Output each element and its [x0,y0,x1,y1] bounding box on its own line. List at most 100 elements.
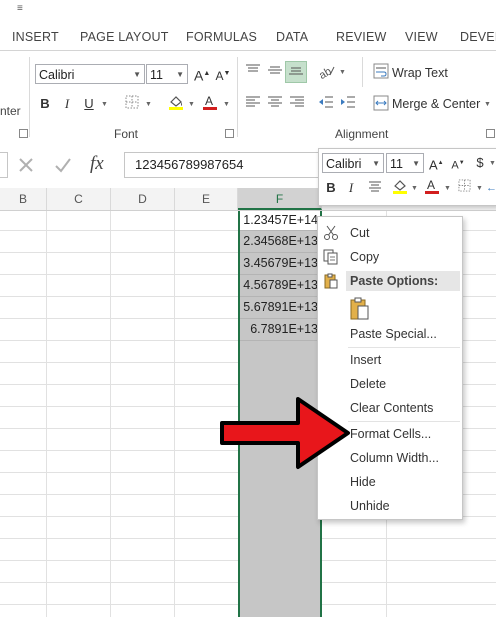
menu-item-copy[interactable]: Copy [318,246,462,268]
mini-font-name-value: Calibri [326,157,362,171]
font-size-combo[interactable]: 11 ▼ [146,64,188,84]
mini-font-size-combo[interactable]: 11 ▼ [386,153,424,173]
menu-item-hide[interactable]: Hide [318,471,462,493]
italic-button[interactable]: I [60,95,74,113]
column-header-f[interactable]: F [238,188,322,210]
column-header-e[interactable]: E [175,188,238,210]
menu-label-insert: Insert [350,353,382,367]
chevron-down-icon[interactable]: ▼ [101,101,108,108]
menu-label-unhide: Unhide [350,499,390,513]
insert-function-button[interactable]: fx [90,153,104,175]
font-size-value: 11 [150,68,163,82]
cell-f4[interactable]: 4.56789E+13 [240,274,320,296]
mini-comma-style-icon[interactable]: ← [486,179,496,197]
decrease-indent-icon[interactable] [318,95,334,113]
chevron-down-icon[interactable]: ▼ [476,185,483,192]
svg-text:A: A [427,178,435,192]
menu-item-cut[interactable]: Cut [318,222,462,244]
increase-font-size-icon[interactable]: A▲ [194,65,210,84]
paste-option-icon[interactable] [350,297,370,321]
align-left-icon[interactable] [245,95,261,113]
font-group-label: Font [114,127,139,141]
cell-f6[interactable]: 6.7891E+13 [240,318,320,340]
column-line [110,211,111,617]
top-align-icon[interactable] [245,63,261,81]
middle-align-icon[interactable] [267,63,283,81]
font-name-combo[interactable]: Calibri ▼ [35,64,145,84]
chevron-down-icon[interactable]: ▼ [145,101,152,108]
alignment-group-label: Alignment [335,127,389,141]
align-center-icon[interactable] [267,95,283,113]
mini-bold-button[interactable]: B [325,179,337,197]
bottom-align-icon[interactable] [285,61,307,83]
mini-font-color-icon[interactable]: A [423,177,441,195]
decrease-font-size-icon[interactable]: A▼ [215,65,231,83]
mini-italic-button[interactable]: I [345,179,357,197]
cell-f2[interactable]: 2.34568E+13 [240,230,320,252]
paste-icon [324,273,338,289]
font-color-icon[interactable]: A [201,93,219,111]
menu-label-cut: Cut [350,226,370,240]
bold-button[interactable]: B [38,95,52,113]
alignment-launcher-icon[interactable] [486,129,495,138]
ribbon: nter Calibri ▼ 11 ▼ A▲ A▼ B I U ▼ ▼ ▼ A … [0,50,496,145]
menu-item-unhide[interactable]: Unhide [318,495,462,517]
align-right-icon[interactable] [289,95,305,113]
cell-f5[interactable]: 5.67891E+13 [240,296,320,318]
menu-item-paste-special[interactable]: Paste Special... [318,323,462,345]
merge-center-icon[interactable] [372,95,390,113]
cell-f1[interactable]: 1.23457E+14 [240,209,320,231]
menu-label-column-width: Column Width... [350,451,439,465]
underline-button[interactable]: U [82,95,96,113]
scissors-icon [324,225,338,240]
partial-center-label[interactable]: nter [0,104,21,118]
mini-borders-icon[interactable] [456,179,472,197]
wrap-text-icon[interactable] [372,63,390,81]
chevron-down-icon[interactable]: ▼ [489,160,496,167]
increase-indent-icon[interactable] [340,95,356,113]
column-header-c[interactable]: C [47,188,111,210]
mini-font-name-combo[interactable]: Calibri ▼ [322,153,384,173]
chevron-down-icon: ▼ [412,159,420,168]
tab-developer[interactable]: DEVELO [460,30,496,44]
merge-center-button[interactable]: Merge & Center [392,97,480,111]
mini-increase-font-icon[interactable]: A▲ [429,154,444,172]
mini-font-size-value: 11 [390,157,403,171]
column-header-b[interactable]: B [0,188,47,210]
chevron-down-icon[interactable]: ▼ [339,69,346,76]
column-header-d[interactable]: D [111,188,175,210]
tab-page-layout[interactable]: PAGE LAYOUT [80,30,169,44]
menu-label-format-cells: Format Cells... [350,427,432,441]
mini-accounting-format-button[interactable]: $ [474,154,486,172]
tab-data[interactable]: DATA [276,30,308,44]
menu-item-delete[interactable]: Delete [318,373,462,395]
fill-color-icon[interactable] [167,93,185,111]
quick-access-dropdown-icon[interactable]: ≡ [17,3,23,14]
chevron-down-icon[interactable]: ▼ [223,101,230,108]
menu-label-hide: Hide [350,475,376,489]
tab-formulas[interactable]: FORMULAS [186,30,257,44]
borders-icon[interactable] [124,95,140,113]
chevron-down-icon[interactable]: ▼ [484,101,491,108]
chevron-down-icon[interactable]: ▼ [444,185,451,192]
red-arrow-icon [220,397,350,469]
mini-fill-color-icon[interactable] [391,177,409,195]
font-launcher-icon[interactable] [225,129,234,138]
group-divider [362,57,363,87]
clipboard-launcher-icon[interactable] [19,129,28,138]
cell-f3[interactable]: 3.45679E+13 [240,252,320,274]
mini-toolbar: Calibri ▼ 11 ▼ A▲ A▼ $ ▼ B I ▼ A ▼ ▼ ← [318,148,496,206]
menu-item-insert[interactable]: Insert [318,349,462,371]
tab-view[interactable]: VIEW [405,30,438,44]
name-box[interactable] [0,152,8,178]
mini-decrease-font-icon[interactable]: A▼ [451,154,465,172]
enter-check-icon[interactable] [54,157,72,173]
cancel-icon[interactable] [18,157,34,173]
tab-review[interactable]: REVIEW [336,30,387,44]
chevron-down-icon[interactable]: ▼ [188,101,195,108]
chevron-down-icon[interactable]: ▼ [411,185,418,192]
orientation-icon[interactable]: ab [317,63,336,82]
wrap-text-button[interactable]: Wrap Text [392,66,448,80]
tab-insert[interactable]: INSERT [12,30,59,44]
mini-center-icon[interactable] [367,179,383,197]
